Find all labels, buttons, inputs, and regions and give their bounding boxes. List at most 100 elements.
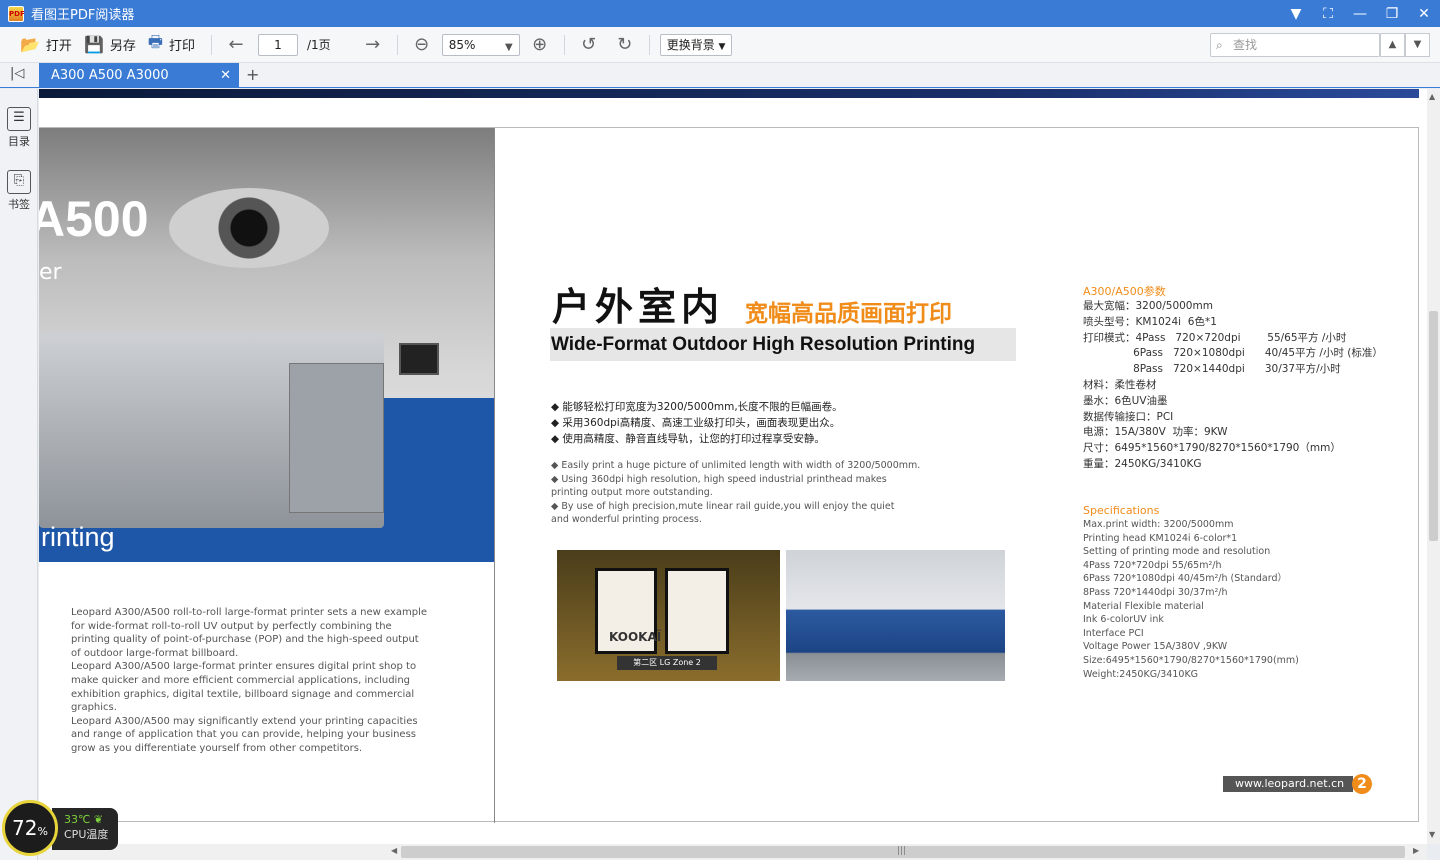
printer-icon: 🖶 bbox=[147, 32, 163, 51]
bullet-en: ◆ Easily print a huge picture of unlimit… bbox=[551, 460, 921, 471]
menu-dropdown-icon[interactable]: ▼ bbox=[1280, 0, 1312, 27]
zoom-in-button[interactable]: ⊕ bbox=[526, 32, 554, 58]
title-bar: PDF 看图王PDF阅读器 ▼ ⛶ — ❐ ✕ bbox=[0, 0, 1440, 27]
scroll-up-icon[interactable]: ▲ bbox=[1429, 92, 1435, 101]
search-next-button[interactable]: ▼ bbox=[1405, 33, 1430, 57]
change-background-select[interactable]: 更换背景 ▼ bbox=[659, 33, 733, 56]
vertical-scrollbar[interactable]: ▲ ▼ bbox=[1427, 89, 1440, 844]
bullet-cn: ◆ 使用高精度、静音直线导轨，让您的打印过程享受安静。 bbox=[551, 433, 825, 445]
open-button[interactable]: 📂 打开 bbox=[14, 32, 78, 58]
intro-line: printing quality of point-of-purchase (P… bbox=[71, 634, 419, 646]
page-number-input[interactable]: 1 bbox=[258, 33, 298, 56]
scroll-right-icon[interactable]: ▶ bbox=[1413, 846, 1419, 855]
window-controls: ▼ ⛶ — ❐ ✕ bbox=[1280, 0, 1440, 27]
minimize-icon[interactable]: — bbox=[1344, 0, 1376, 27]
hero-tail-text: er bbox=[39, 260, 62, 285]
rotate-right-icon: ↻ bbox=[617, 34, 633, 55]
rotate-right-button[interactable]: ↻ bbox=[611, 32, 639, 58]
bullet-en: ◆ By use of high precision,mute linear r… bbox=[551, 500, 895, 512]
toolbar: 📂 打开 💾 另存 🖶 打印 ← 1 /1页 → ⊖ 85% ▼ ⊕ ↺ ↻ 更换背景 … bbox=[0, 27, 1440, 63]
horizontal-scrollbar[interactable]: ◀ ||| ▶ bbox=[39, 844, 1427, 860]
spec-row-en: Interface PCI bbox=[1083, 627, 1144, 639]
zoom-out-button[interactable]: ⊖ bbox=[408, 32, 436, 58]
save-as-button[interactable]: 💾 另存 bbox=[78, 32, 142, 58]
zoom-out-icon: ⊖ bbox=[414, 34, 430, 55]
spec-row-en: Material Flexible material bbox=[1083, 600, 1204, 612]
rotate-left-icon: ↺ bbox=[581, 34, 597, 55]
bookmark-icon: ⎘ bbox=[7, 170, 31, 194]
scroll-down-icon[interactable]: ▼ bbox=[1429, 830, 1435, 839]
spec-row-en: Size:6495*1560*1790/8270*1560*1790(mm) bbox=[1083, 654, 1299, 666]
spec-row-cn: 材料：柔性卷材 bbox=[1083, 378, 1157, 391]
spec-row-en: Weight:2450KG/3410KG bbox=[1083, 668, 1199, 680]
tab-document[interactable]: A300 A500 A3000 A6000.pdf ✕ bbox=[39, 63, 239, 108]
restore-icon[interactable]: ❐ bbox=[1376, 0, 1408, 27]
spec-row-en: 8Pass 720*1440dpi 30/37m²/h bbox=[1083, 586, 1228, 598]
spec-row-en: 4Pass 720*720dpi 55/65m²/h bbox=[1083, 559, 1222, 571]
chevron-up-icon: ▲ bbox=[1388, 39, 1397, 50]
window-title: 看图王PDF阅读器 bbox=[31, 8, 135, 23]
intro-line: and range of application that you can pr… bbox=[71, 729, 417, 741]
spec-row-cn: 尺寸：6495*1560*1790/8270*1560*1790（mm） bbox=[1083, 442, 1341, 455]
spec-row-en: Printing head KM1024i 6-color*1 bbox=[1083, 532, 1238, 544]
new-tab-icon[interactable]: + bbox=[246, 65, 259, 84]
close-tab-icon[interactable]: ✕ bbox=[220, 63, 231, 88]
display-panel-right bbox=[665, 568, 729, 654]
collapse-sidebar-icon[interactable]: |◁ bbox=[10, 66, 24, 81]
cpu-label: CPU温度 bbox=[64, 828, 109, 841]
search-input[interactable]: ⌕ 查找 bbox=[1210, 33, 1380, 57]
building-photo bbox=[786, 550, 1005, 681]
bullets-cn: ◆ 能够轻松打印宽度为3200/5000mm,长度不限的巨幅画卷。 ◆ 采用360… bbox=[551, 399, 843, 447]
previous-page-strip bbox=[39, 89, 1419, 98]
arrow-right-icon: → bbox=[365, 34, 381, 55]
headline-cn: 户外室内 bbox=[552, 285, 725, 329]
chevron-down-icon: ▼ bbox=[1413, 39, 1422, 50]
next-page-button[interactable]: → bbox=[359, 32, 387, 58]
sidebar-item-bookmarks[interactable]: ⎘ 书签 bbox=[0, 170, 38, 212]
fullscreen-icon[interactable]: ⛶ bbox=[1312, 0, 1344, 27]
search-prev-button[interactable]: ▲ bbox=[1380, 33, 1405, 57]
spec-row-cn: 最大宽幅：3200/5000mm bbox=[1083, 300, 1213, 312]
list-icon: ☰ bbox=[7, 107, 31, 131]
spec-row-cn: 重量：2450KG/3410KG bbox=[1083, 457, 1202, 470]
spec-row-en: Max.print width: 3200/5000mm bbox=[1083, 519, 1234, 530]
spec-row-en: 6Pass 720*1080dpi 40/45m²/h (Standard） bbox=[1083, 573, 1287, 585]
search-icon: ⌕ bbox=[1216, 38, 1223, 52]
sidebar-item-toc[interactable]: ☰ 目录 bbox=[0, 107, 38, 149]
toolbar-divider bbox=[396, 34, 398, 55]
spec-row-cn: 打印模式：4Pass 720×720dpi 55/65平方 /小时 bbox=[1083, 331, 1347, 344]
print-button[interactable]: 🖶 打印 bbox=[142, 32, 201, 58]
bullet-cn: ◆ 能够轻松打印宽度为3200/5000mm,长度不限的巨幅画卷。 bbox=[551, 401, 843, 413]
intro-line: Leopard A300/A500 may significantly exte… bbox=[71, 715, 418, 727]
close-icon[interactable]: ✕ bbox=[1408, 0, 1440, 27]
vertical-scroll-thumb[interactable] bbox=[1429, 311, 1438, 541]
hero-image: A500 er rinting bbox=[39, 128, 494, 562]
spec-row-cn: 喷头型号：KM1024i 6色*1 bbox=[1083, 315, 1217, 328]
headline-sub: 宽幅高品质画面打印 bbox=[745, 301, 952, 327]
rotate-left-button[interactable]: ↺ bbox=[575, 32, 603, 58]
cpu-temp: 33℃ ❦ bbox=[64, 813, 104, 826]
footer-url: www.leopard.net.cn bbox=[1223, 776, 1353, 792]
spec-row-en: Voltage Power 15A/380V ,9KW bbox=[1083, 641, 1228, 653]
hero-printing-text: rinting bbox=[41, 522, 115, 552]
toolbar-divider bbox=[563, 34, 565, 55]
toolbar-divider bbox=[648, 34, 650, 55]
document-viewport[interactable]: A500 er rinting Leopard A300/A500 roll-t… bbox=[39, 89, 1427, 844]
intro-text: Leopard A300/A500 roll-to-roll large-for… bbox=[71, 606, 431, 756]
zoom-select[interactable]: 85% ▼ bbox=[441, 33, 520, 56]
store-photo: KOOKAÏ 第二区 LG Zone 2 bbox=[557, 550, 780, 681]
spec-row-cn: 电源：15A/380V 功率：9KW bbox=[1083, 426, 1228, 439]
horizontal-scroll-thumb[interactable]: ||| bbox=[401, 846, 1405, 858]
cpu-monitor-widget[interactable]: 33℃ ❦ CPU温度 72% bbox=[2, 800, 118, 856]
intro-line: graphics. bbox=[71, 702, 117, 714]
chevron-down-icon: ▼ bbox=[504, 41, 513, 53]
previous-page-button[interactable]: ← bbox=[222, 32, 250, 58]
save-icon: 💾 bbox=[83, 35, 104, 54]
scroll-left-icon[interactable]: ◀ bbox=[391, 846, 397, 855]
spec-row-cn: 6Pass 720×1080dpi 40/45平方 /小时 (标准） bbox=[1083, 347, 1383, 360]
arrow-left-icon: ← bbox=[228, 34, 244, 55]
grip-icon: ||| bbox=[897, 846, 907, 856]
bullet-en: and wonderful printing process. bbox=[551, 514, 702, 526]
intro-line: grow as you differentiate yourself from … bbox=[71, 742, 363, 754]
printer-body-graphic bbox=[289, 363, 384, 513]
